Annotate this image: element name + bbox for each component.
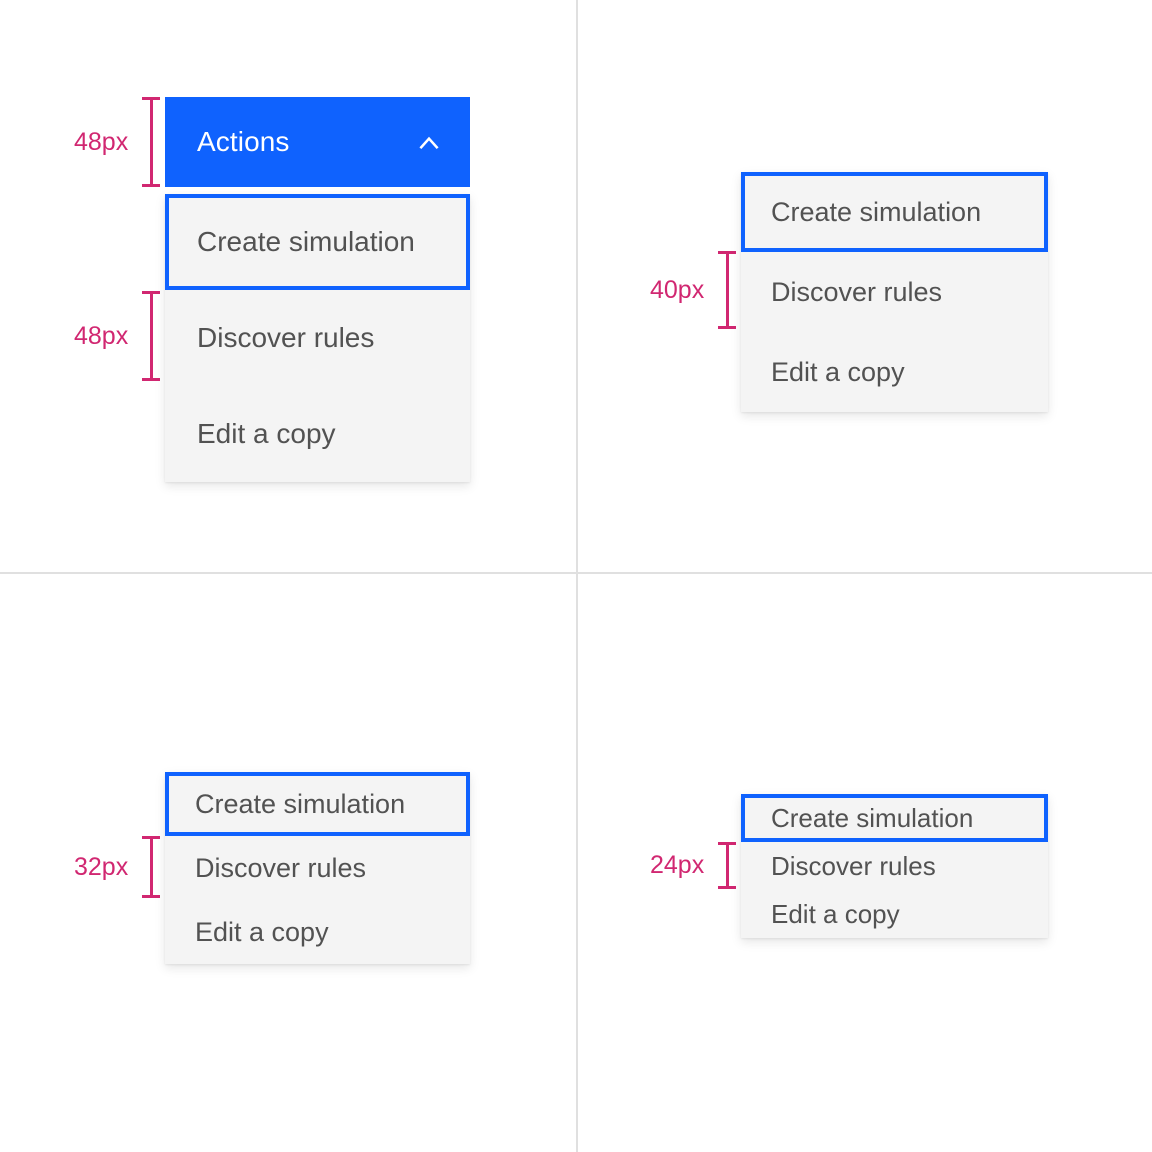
- quadrant-divider-horizontal: [0, 572, 1152, 574]
- menu-item-discover-rules[interactable]: Discover rules: [741, 842, 1048, 890]
- actions-menu-list-48: Create simulation Discover rules Edit a …: [165, 194, 470, 482]
- chevron-up-icon: [412, 125, 446, 159]
- measure-label: 48px: [74, 127, 129, 156]
- menu-item-label: Edit a copy: [771, 898, 900, 929]
- menu-item-create-simulation[interactable]: Create simulation: [741, 794, 1048, 842]
- bracket-cap-top: [142, 836, 161, 839]
- measure-bracket: [142, 97, 161, 187]
- menu-item-create-simulation[interactable]: Create simulation: [741, 172, 1048, 252]
- menu-item-discover-rules[interactable]: Discover rules: [741, 252, 1048, 332]
- menu-item-create-simulation[interactable]: Create simulation: [165, 194, 470, 290]
- measure-label: 32px: [74, 852, 129, 881]
- menu-item-label: Create simulation: [771, 196, 982, 227]
- measure-24px-item: 24px: [650, 842, 737, 889]
- measure-bracket: [142, 291, 161, 381]
- menu-item-label: Discover rules: [771, 850, 936, 881]
- bracket-cap-bottom: [718, 326, 737, 329]
- actions-menu-list-32: Create simulation Discover rules Edit a …: [165, 772, 470, 964]
- bracket-cap-top: [718, 251, 737, 254]
- menu-item-label: Create simulation: [771, 802, 974, 833]
- bracket-cap-top: [142, 97, 161, 100]
- actions-menu-list-24: Create simulation Discover rules Edit a …: [741, 794, 1048, 938]
- measure-40px-item: 40px: [650, 251, 737, 329]
- bracket-cap-bottom: [718, 886, 737, 889]
- measure-label: 24px: [650, 851, 705, 879]
- specification-canvas: 48px 48px Actions Create simulation Disc…: [0, 0, 1152, 1152]
- menu-item-label: Discover rules: [195, 852, 367, 883]
- menu-item-label: Edit a copy: [195, 916, 329, 947]
- measure-48px-item: 48px: [74, 291, 161, 381]
- bracket-cap-top: [142, 291, 161, 294]
- menu-item-discover-rules[interactable]: Discover rules: [165, 836, 470, 900]
- bracket-cap-bottom: [142, 378, 161, 381]
- menu-item-label: Discover rules: [771, 276, 943, 307]
- menu-item-label: Discover rules: [197, 322, 375, 353]
- measure-bracket: [718, 251, 737, 329]
- bracket-cap-bottom: [142, 184, 161, 187]
- menu-item-discover-rules[interactable]: Discover rules: [165, 290, 470, 386]
- menu-item-label: Edit a copy: [197, 418, 336, 449]
- measure-bracket: [718, 842, 737, 889]
- actions-menu-list-40: Create simulation Discover rules Edit a …: [741, 172, 1048, 412]
- menu-item-label: Create simulation: [195, 788, 406, 819]
- menu-item-create-simulation[interactable]: Create simulation: [165, 772, 470, 836]
- menu-item-edit-a-copy[interactable]: Edit a copy: [741, 890, 1048, 938]
- measure-label: 40px: [650, 275, 705, 304]
- menu-item-edit-a-copy[interactable]: Edit a copy: [165, 386, 470, 482]
- quadrant-divider-vertical: [576, 0, 578, 1152]
- menu-item-label: Edit a copy: [771, 356, 905, 387]
- menu-item-label: Create simulation: [197, 226, 415, 257]
- measure-bracket: [142, 836, 161, 898]
- bracket-cap-top: [718, 842, 737, 845]
- measure-32px-item: 32px: [74, 836, 161, 898]
- measure-label: 48px: [74, 321, 129, 350]
- actions-menu-button[interactable]: Actions: [165, 97, 470, 187]
- bracket-cap-bottom: [142, 895, 161, 898]
- menu-item-edit-a-copy[interactable]: Edit a copy: [165, 900, 470, 964]
- measure-48px-button: 48px: [74, 97, 161, 187]
- menu-item-edit-a-copy[interactable]: Edit a copy: [741, 332, 1048, 412]
- actions-button-label: Actions: [197, 126, 290, 157]
